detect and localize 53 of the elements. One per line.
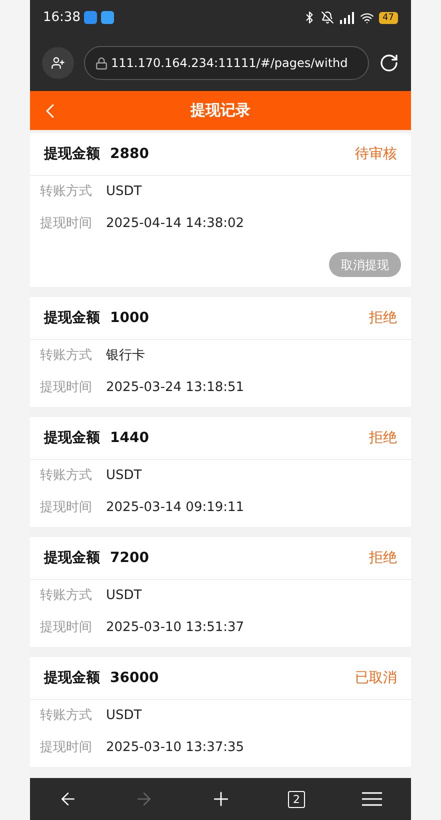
status-text: 待审核 <box>355 144 397 164</box>
signal-icon <box>338 12 355 24</box>
time-value: 2025-03-14 09:19:11 <box>106 499 244 518</box>
battery-text: 47 <box>378 12 398 24</box>
method-label: 转账方式 <box>40 183 92 202</box>
method-value: USDT <box>106 587 142 606</box>
amount-label: 提现金额 <box>44 308 100 328</box>
amount-value: 7200 <box>110 548 149 568</box>
time-value: 2025-03-10 13:51:37 <box>106 619 244 638</box>
url-text: 111.170.164.234:11111/#/pages/withd <box>111 55 348 72</box>
app-icon <box>84 11 98 24</box>
time-value: 2025-04-14 14:38:02 <box>106 215 244 234</box>
status-time: 16:38 <box>43 8 80 27</box>
method-label: 转账方式 <box>40 707 92 726</box>
status-text: 拒绝 <box>369 548 397 568</box>
time-label: 提现时间 <box>40 215 92 234</box>
amount-label: 提现金额 <box>44 548 100 568</box>
tabs-button[interactable]: 2 <box>288 790 305 808</box>
time-label: 提现时间 <box>40 739 92 758</box>
method-value: USDT <box>106 467 142 486</box>
status-text: 拒绝 <box>369 428 397 448</box>
amount-value: 2880 <box>110 144 149 164</box>
amount-label: 提现金额 <box>44 144 100 164</box>
lock-icon <box>95 56 108 70</box>
reload-icon <box>379 53 399 73</box>
wifi-icon <box>360 10 374 24</box>
status-text: 已取消 <box>355 668 397 688</box>
time-label: 提现时间 <box>40 619 92 638</box>
method-label: 转账方式 <box>40 587 92 606</box>
menu-icon <box>361 791 383 807</box>
menu-button[interactable] <box>361 791 383 807</box>
app-icon <box>101 11 114 24</box>
method-value: USDT <box>106 707 142 726</box>
amount-value: 36000 <box>110 668 159 688</box>
method-value: USDT <box>106 183 142 202</box>
method-value: 银行卡 <box>106 347 145 366</box>
amount-value: 1440 <box>110 428 149 448</box>
time-label: 提现时间 <box>40 499 92 518</box>
time-value: 2025-03-24 13:18:51 <box>106 379 244 398</box>
time-label: 提现时间 <box>40 379 92 398</box>
account-button[interactable] <box>42 47 74 79</box>
status-text: 拒绝 <box>369 308 397 328</box>
bell-off-icon <box>320 11 334 24</box>
amount-value: 1000 <box>110 308 149 328</box>
user-add-icon <box>51 56 65 70</box>
method-label: 转账方式 <box>40 347 92 366</box>
method-label: 转账方式 <box>40 467 92 486</box>
page-title: 提现记录 <box>190 100 250 122</box>
amount-label: 提现金额 <box>44 668 100 688</box>
amount-label: 提现金额 <box>44 428 100 448</box>
address-bar[interactable]: 111.170.164.234:11111/#/pages/withd <box>84 46 369 80</box>
reload-button[interactable] <box>379 53 399 73</box>
time-value: 2025-03-10 13:37:35 <box>106 739 244 758</box>
